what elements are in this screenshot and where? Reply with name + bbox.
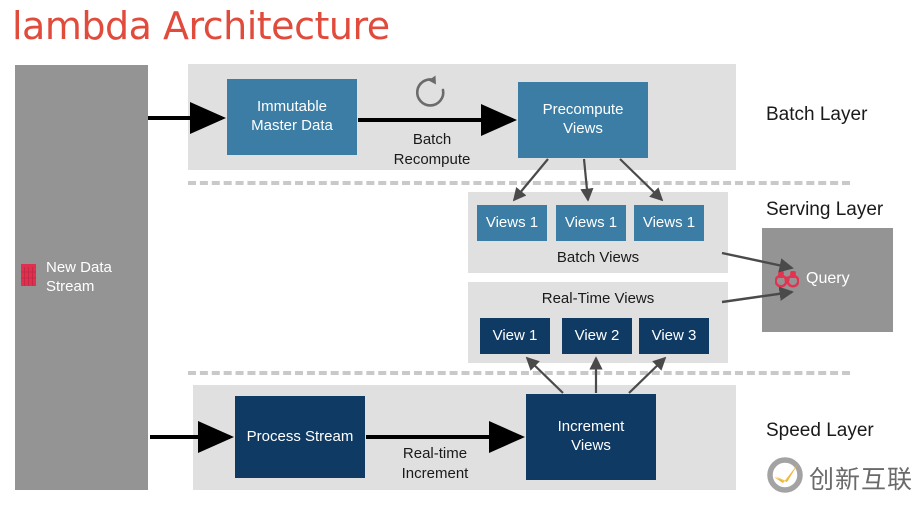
refresh-circular-arrow-icon	[409, 74, 453, 116]
circle-swoosh-logo-icon	[765, 455, 805, 500]
batch-recompute-line2: Recompute	[393, 150, 471, 168]
new-data-stream-label-line1: New Data	[46, 259, 112, 276]
query-label: Query	[806, 270, 850, 287]
batch-view-box-2[interactable]: Views 1	[556, 205, 626, 241]
precompute-views-box[interactable]: Precompute Views	[518, 82, 648, 158]
immutable-master-data-box[interactable]: Immutable Master Data	[227, 79, 357, 155]
serving-layer-label: Serving Layer	[766, 199, 884, 220]
realtime-view-box-2[interactable]: View 2	[562, 318, 632, 354]
speed-layer-label: Speed Layer	[766, 420, 874, 441]
realtime-views-title: Real-Time Views	[541, 290, 655, 307]
realtime-view-box-1[interactable]: View 1	[480, 318, 550, 354]
batch-layer-label: Batch Layer	[766, 104, 868, 125]
divider-batch-serving	[188, 181, 850, 185]
increment-views-box[interactable]: Increment Views	[526, 394, 656, 480]
realtime-increment-label: Real-time Increment	[375, 444, 495, 483]
increment-views-line2: Views	[571, 437, 611, 454]
page-title: lambda Architecture	[12, 4, 390, 48]
realtime-increment-line1: Real-time	[402, 445, 468, 462]
precompute-views-line2: Views	[563, 120, 603, 137]
batch-recompute-label: Batch Recompute	[372, 130, 492, 169]
watermark: 创新互联	[765, 455, 913, 500]
new-data-stream-label: New Data Stream	[46, 259, 112, 297]
watermark-text: 创新互联	[808, 464, 913, 494]
realtime-view-box-3[interactable]: View 3	[639, 318, 709, 354]
increment-views-line1: Increment	[557, 418, 625, 436]
batch-view-box-1[interactable]: Views 1	[477, 205, 547, 241]
immutable-master-data-line1: Immutable	[256, 98, 327, 116]
batch-recompute-line1: Batch	[412, 131, 452, 148]
batch-views-title: Batch Views	[556, 249, 640, 266]
new-data-stream-label-line2: Stream	[46, 277, 95, 295]
database-icon	[18, 263, 40, 289]
immutable-master-data-line2: Master Data	[251, 117, 333, 134]
binoculars-icon	[774, 270, 800, 288]
precompute-views-line1: Precompute	[542, 101, 624, 119]
realtime-increment-line2: Increment	[401, 464, 469, 482]
divider-serving-speed	[188, 371, 850, 375]
process-stream-box[interactable]: Process Stream	[235, 396, 365, 478]
diagram-canvas: lambda Architecture New Data Stream Immu…	[0, 0, 921, 506]
batch-view-box-3[interactable]: Views 1	[634, 205, 704, 241]
